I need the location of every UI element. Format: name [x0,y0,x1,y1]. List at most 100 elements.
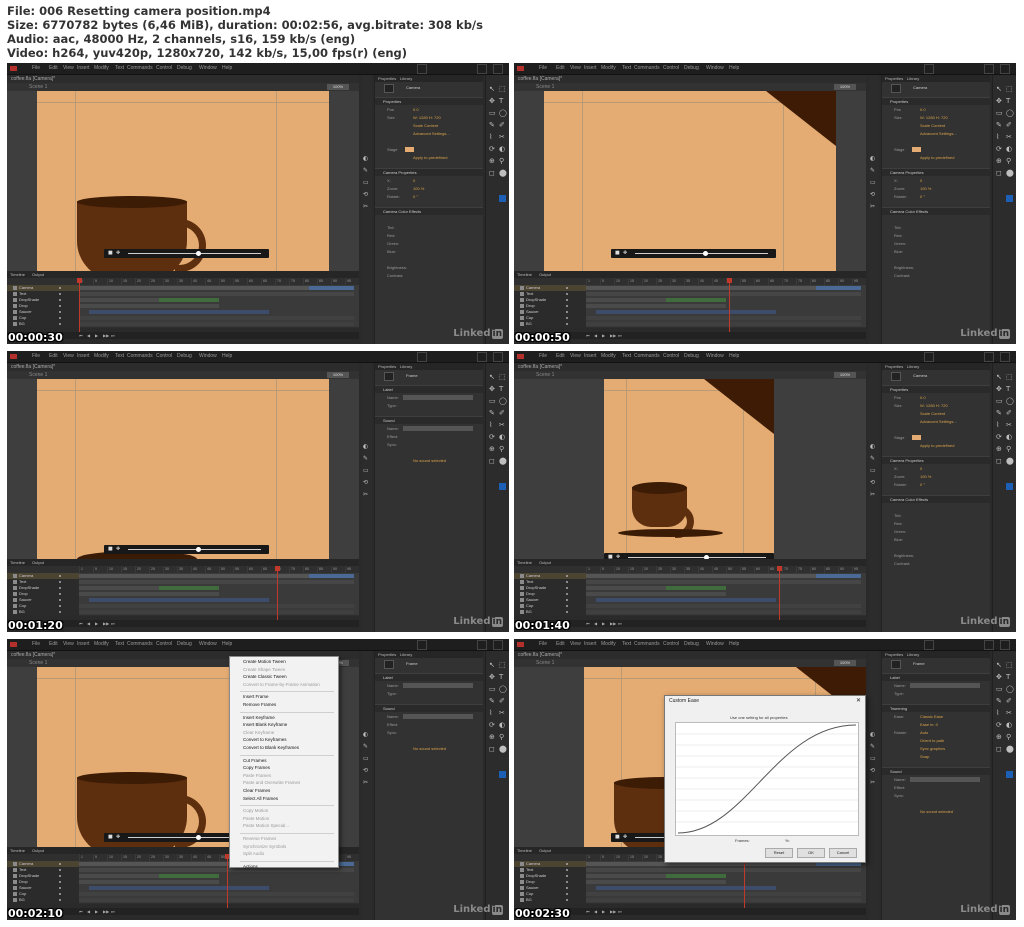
visibility-icon[interactable] [566,599,568,601]
menu-view[interactable]: View [570,65,581,71]
tool-icon[interactable]: ◻ [489,457,495,465]
tween-span[interactable] [586,316,861,320]
playhead[interactable] [227,854,228,908]
tween-span[interactable] [586,592,726,596]
zoom-slider-knob[interactable] [196,251,201,256]
context-menu-item[interactable]: Create Classic Tween [243,674,287,679]
property-value[interactable]: 0 ° [920,482,925,487]
tool-icon[interactable]: ⟳ [996,145,1002,153]
tool-icon[interactable]: ✐ [1006,697,1012,705]
visibility-icon[interactable] [566,287,568,289]
scene-breadcrumb[interactable]: Scene 1 [536,660,554,666]
tween-span[interactable] [309,574,354,578]
tool-icon[interactable]: ⬤ [499,457,507,465]
tool-icon[interactable]: T [499,385,503,393]
tween-span[interactable] [596,886,776,890]
pan-icon[interactable]: ✥ [116,251,120,256]
zoom-slider-knob[interactable] [196,547,201,552]
stage-canvas[interactable] [37,379,329,559]
menu-modify[interactable]: Modify [601,641,616,647]
context-menu-item[interactable]: Select All Frames [243,796,278,801]
layer-frames-track[interactable] [79,897,359,904]
tool-icon[interactable]: ⬤ [1006,169,1014,177]
tab-properties[interactable]: Properties [378,76,396,81]
playback-control-icon[interactable]: ⏮ [79,909,83,914]
tween-span[interactable] [666,586,726,590]
menu-file[interactable]: File [32,65,40,71]
menu-control[interactable]: Control [156,641,172,647]
zoom-slider-knob[interactable] [703,251,708,256]
timeline-ruler[interactable]: 15101520253035404550556065707580859095 [514,278,866,285]
layer-name[interactable]: BG [19,609,25,615]
tool-icon[interactable]: ▭ [996,397,1003,405]
tween-span[interactable] [586,580,861,584]
tool-icon[interactable]: ◯ [499,685,507,693]
menu-window[interactable]: Window [199,641,217,647]
tool-icon[interactable]: ⬤ [499,745,507,753]
tween-span[interactable] [309,286,354,290]
tween-span[interactable] [89,886,269,890]
section-header[interactable]: Label [882,673,990,681]
layer-name-cell[interactable]: BG [514,897,586,903]
visibility-icon[interactable] [566,893,568,895]
playback-control-icon[interactable]: ◀ [87,909,90,914]
scene-breadcrumb[interactable]: Scene 1 [29,660,47,666]
menu-window[interactable]: Window [199,353,217,359]
tween-span[interactable] [586,574,816,578]
playback-control-icon[interactable]: ▶ [95,909,98,914]
tween-span[interactable] [586,292,861,296]
property-value[interactable]: Scale Content [920,411,945,416]
playback-control-icon[interactable]: ◀ [594,333,597,338]
tab-properties[interactable]: Properties [378,364,396,369]
tool-icon[interactable]: ✂ [1006,709,1012,717]
tween-span[interactable] [79,874,159,878]
playback-control-icon[interactable]: ▶▶ [610,909,616,914]
tween-span[interactable] [586,610,861,614]
menu-view[interactable]: View [63,641,74,647]
visibility-icon[interactable] [566,881,568,883]
menu-control[interactable]: Control [663,641,679,647]
tween-span[interactable] [586,586,666,590]
property-value[interactable]: Apply to predefined [413,155,447,160]
tab-properties[interactable]: Properties [378,652,396,657]
tool-icon[interactable]: ▭ [996,109,1003,117]
tool-icon[interactable]: ✥ [489,673,495,681]
property-value[interactable]: Scale Content [920,123,945,128]
panel-toggle-icon[interactable]: ▭ [870,179,876,187]
property-value[interactable]: 0.0 [920,107,926,112]
menu-help[interactable]: Help [729,65,739,71]
tab-timeline[interactable]: Timeline [517,272,532,277]
panel-toggle-icon[interactable]: ✎ [870,455,875,463]
tween-span[interactable] [79,580,354,584]
workspace-switcher-icon[interactable] [924,640,934,650]
playback-control-icon[interactable]: ⏮ [79,621,83,626]
tool-icon[interactable]: ✥ [489,385,495,393]
property-value[interactable]: 100 % [920,474,931,479]
tool-icon[interactable]: ⟳ [489,721,495,729]
tween-span[interactable] [586,898,861,902]
context-menu-item[interactable]: Convert to Blank Keyframes [243,745,299,750]
menu-insert[interactable]: Insert [77,641,90,647]
visibility-icon[interactable] [59,293,61,295]
tab-properties[interactable]: Properties [885,652,903,657]
panel-toggle-icon[interactable]: ▭ [870,467,876,475]
visibility-icon[interactable] [566,311,568,313]
menu-file[interactable]: File [539,353,547,359]
pan-icon[interactable]: ✥ [116,835,120,840]
property-value[interactable]: No sound selected [413,458,446,463]
tween-span[interactable] [79,604,354,608]
menu-text[interactable]: Text [622,641,631,647]
layer-name-cell[interactable]: BG [514,321,586,327]
tween-span[interactable] [79,610,354,614]
scene-breadcrumb[interactable]: Scene 1 [536,372,554,378]
tool-icon[interactable]: ↖ [996,661,1002,669]
close-icon[interactable] [1000,64,1010,74]
layer-frames-track[interactable] [586,609,866,616]
menu-window[interactable]: Window [199,65,217,71]
section-header[interactable]: Camera Color Effects [882,495,990,503]
tool-icon[interactable]: ⌇ [489,421,492,429]
tween-span[interactable] [586,304,726,308]
tween-span[interactable] [89,598,269,602]
playback-control-icon[interactable]: ⏭ [618,333,622,338]
menu-control[interactable]: Control [663,65,679,71]
